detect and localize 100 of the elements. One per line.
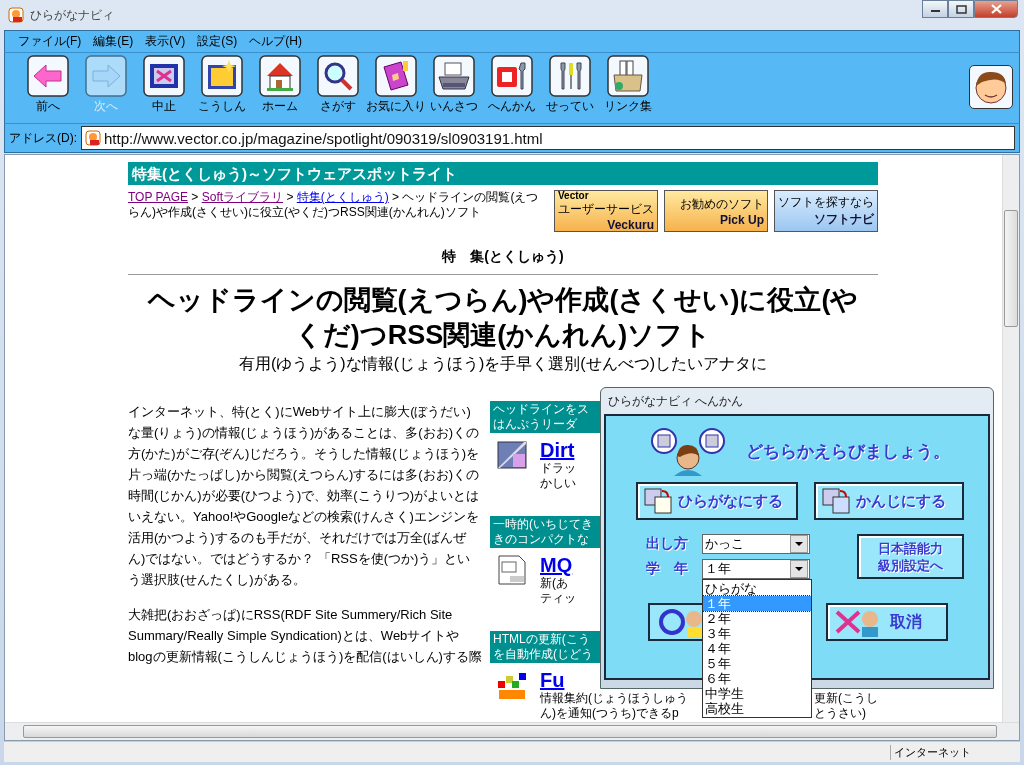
cancel-button[interactable]: 取消 [826,603,948,641]
stop-icon [143,55,185,97]
heading-text: きのコンパクトな [493,532,589,547]
dropdown-arrow-icon[interactable] [794,540,804,549]
headline: ヘッドラインの閲覧(えつらん)や作成(さくせい)に役立(やくだ)つRSS関連(かんれん)ソフト [146,284,860,352]
dropdown-value: かっこ [705,535,744,554]
wrench-icon [491,55,533,97]
field-label: 学 年 [646,559,689,578]
search-icon [317,55,359,97]
toolbar-button[interactable]: 前へ [19,55,77,115]
toolbar-button[interactable]: いんさつ [425,55,483,115]
dropdown-option[interactable]: ５年 [703,655,811,671]
article-paragraph: 大雑把(おおざっぱ)にRSS(RDF Site Summery/Rich Site Summary/Really Simple Syndication)とは、Webサイトやblogの更新情報(こうしんじょうほう)を配信(はいしん)する際 [128,606,483,666]
url-text: http://www.vector.co.jp/magazine/spotlight/090319/sl0903191.html [104,129,543,147]
subtitle: 有用(ゆうよう)な情報(じょうほう)を手早く選別(せんべつ)したいアナタに [238,354,768,374]
picture-frame-icon [201,55,243,97]
toolbar-button[interactable]: せってい [541,55,599,115]
banner[interactable]: ソフトを探すなら ソフトナビ [774,190,878,232]
heading-text: HTMLの更新(こう [493,632,590,647]
description-text: 新(あ [540,576,568,591]
vertical-scrollbar[interactable] [1002,155,1019,723]
menu-item[interactable]: ファイル(F) [13,32,87,51]
window-title: ひらがなナビィ [30,6,114,24]
feature-label: 特 集(とくしゅう) [440,248,565,266]
banner[interactable]: Vector ユーザーサービス Veckuru [554,190,658,232]
description-text: ティッ [540,591,576,606]
heading-text: を自動作成(じどう [493,647,593,662]
banner[interactable]: お勧めのソフト Pick Up [664,190,768,232]
banner-caption: ソフトを探すなら [778,194,874,211]
breadcrumb-link[interactable]: 特集(とくしゅう) [296,190,389,204]
circle-with-person-icon [658,607,704,637]
choice-button[interactable]: ひらがなにする [636,482,798,520]
banner-caption: ユーザーサービス [558,201,654,218]
document-icon [496,554,528,586]
toolbar-button[interactable]: お気に入り [367,55,425,115]
menu-item[interactable]: 表示(V) [140,32,191,51]
banner-title: ソフトナビ [814,211,874,228]
close-icon [990,4,1002,14]
tools-icon [549,55,591,97]
dropdown-field[interactable]: かっこ [702,534,810,555]
dropdown-option[interactable]: ひらがな [703,580,811,596]
toolbar-button[interactable]: ホーム [251,55,309,115]
page-icon [85,130,101,146]
dropdown-option[interactable]: ６年 [703,670,811,686]
software-link[interactable]: Fu [540,669,565,691]
banner-brand: Vector [557,190,589,201]
software-link[interactable]: MQ [540,554,573,576]
maximize-icon [955,4,967,14]
banner-caption: お勧めのソフト [680,195,764,213]
horizontal-scrollbar[interactable] [5,722,1019,740]
description-text: 情報集約(じょうほうしゅう [540,691,688,706]
book-icon [375,55,417,97]
menu-item[interactable]: 設定(S) [192,32,243,51]
description-text: ドラッ [540,461,576,476]
dialog-title: ひらがなナビィ へんかん [607,393,745,410]
character-cards-icon [644,488,672,514]
dropdown-value: １年 [705,559,731,578]
maximize-button[interactable] [948,0,974,18]
toolbar-button[interactable]: さがす [309,55,367,115]
dropdown-option[interactable]: ４年 [703,640,811,656]
dropdown-option[interactable]: ２年 [703,610,811,626]
breadcrumb-link[interactable]: TOP PAGE [128,190,189,204]
dropdown-option[interactable]: 高校生 [703,700,811,716]
status-zone: インターネット [890,744,998,760]
heading-text: ヘッドラインをス [493,402,589,417]
menu-item[interactable]: 編集(E) [88,32,139,51]
banner-title: Veckuru [607,218,654,232]
description-text: かしい [540,476,576,491]
minimize-button[interactable] [922,0,948,18]
heading-text: はんぷうリーダ [493,417,577,432]
article-paragraph: インターネット、特(とく)にWebサイト上に膨大(ぼうだい)な量(りょう)の情報(じょうほう)があることは、多(おお)くの方(かた)がご存(ぞん)じだろう。そうした情報(じょうほう)を片っ端(かたっぱし)から閲覧(えつらん)するには多(おお)くの時間(じかん)が必要(ひつよう)で、効率(こうりつ)がよいとはいえない。Yahoo!やGoogleなどの検索(けんさく)エンジンを活用(かつよう)するのも手だが、それだけでは万全(ばんぜん)ではない。ではどうするか？ 「RSSを使(つか)う」という選択肢(せんたくし)がある。 [128,403,480,589]
address-field[interactable]: http://www.vector.co.jp/magazine/spotlight/090319/sl0903191.html [81,126,1015,150]
printer-icon [433,55,475,97]
field-label: 出し方 [646,535,689,554]
breadcrumb: TOP PAGE > Softライブラリ > 特集(とくしゅう) > ヘッドラインの閲覧(えつらん)や作成(さくせい)に役立(やくだ)つRSS関連(かんれん)ソフト [128,190,540,221]
breadcrumb-link[interactable]: Softライブラリ [201,190,284,204]
dropdown-option[interactable]: 中学生 [703,685,811,701]
menu-item[interactable]: ヘルプ(H) [244,32,307,51]
level-settings-button[interactable]: 日本語能力級別設定へ [857,534,964,579]
character-cards-icon [822,488,850,514]
dropdown-option[interactable]: ３年 [703,625,811,641]
software-link[interactable]: Dirt [540,439,575,461]
toolbar-button[interactable]: へんかん [483,55,541,115]
toolbar-button[interactable]: こうしん [193,55,251,115]
character-button[interactable] [969,65,1013,109]
house-icon [259,55,301,97]
address-label: アドレス(D): [9,129,77,147]
choice-button[interactable]: かんじにする [814,482,964,520]
scroll-thumb[interactable] [1004,210,1018,327]
description-text: 更新(こうし [814,691,878,706]
description-text: とうさい) [814,706,866,721]
heading-text: 一時的(いちじてき [493,517,593,532]
close-button[interactable] [974,0,1018,18]
app-icon [8,7,24,23]
dropdown-list[interactable]: ひらがな １年 ２年 ３年 ４年 ５年 ６年 中学生 高校生 [702,578,812,718]
dropdown-arrow-icon[interactable] [794,564,804,573]
toolbar-button[interactable]: リンク集 [599,55,657,115]
toolbar-button[interactable]: 中止 [135,55,193,115]
dialog-prompt: どちらかえらびましょう。 [746,440,950,463]
scroll-thumb[interactable] [23,725,997,738]
